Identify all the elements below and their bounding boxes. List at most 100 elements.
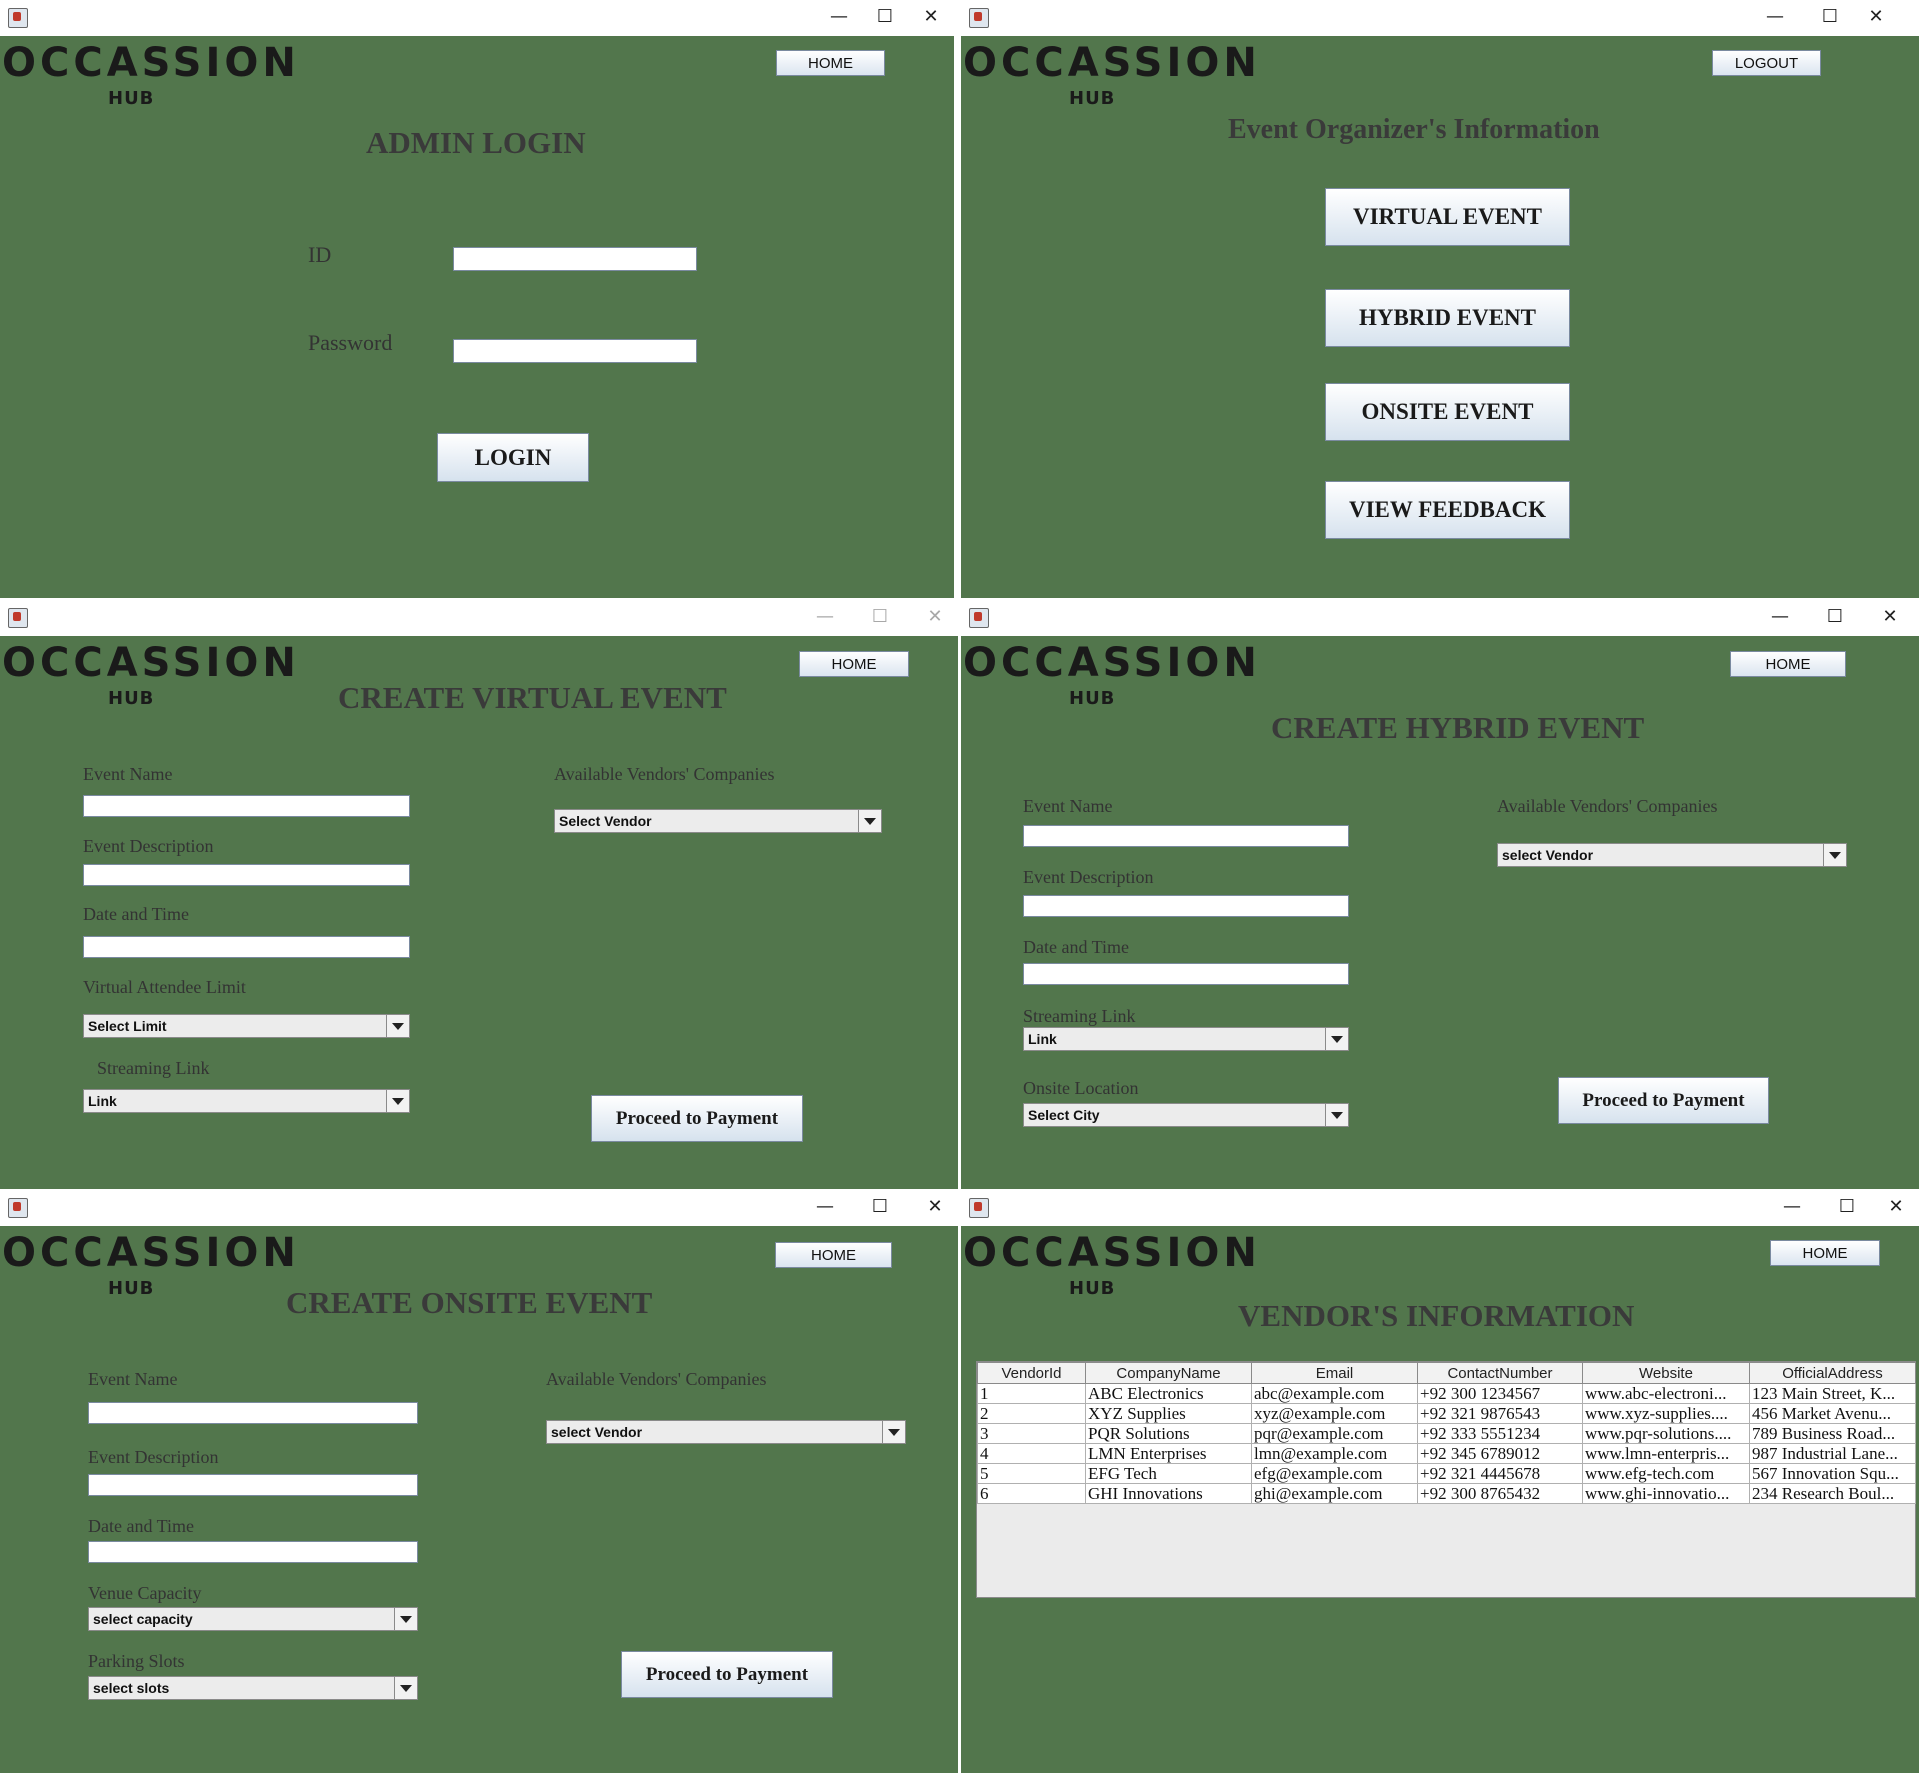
vendor-table-viewport[interactable]: VendorId CompanyName Email ContactNumber… — [976, 1361, 1916, 1598]
venue-capacity-dropdown[interactable]: select capacity — [88, 1607, 418, 1631]
minimize-icon[interactable]: — — [816, 0, 862, 34]
streaming-link-dropdown[interactable]: Link — [1023, 1027, 1349, 1051]
column-header[interactable]: Email — [1251, 1362, 1418, 1384]
table-cell[interactable]: +92 321 9876543 — [1417, 1403, 1583, 1424]
streaming-link-dropdown[interactable]: Link — [83, 1089, 410, 1113]
table-cell[interactable]: abc@example.com — [1251, 1383, 1418, 1404]
table-cell[interactable]: 234 Research Boul... — [1749, 1483, 1916, 1504]
maximize-icon[interactable]: ☐ — [1807, 0, 1853, 34]
onsite-location-dropdown[interactable]: Select City — [1023, 1103, 1349, 1127]
table-cell[interactable]: ghi@example.com — [1251, 1483, 1418, 1504]
home-button[interactable]: HOME — [776, 50, 885, 76]
proceed-to-payment-button[interactable]: Proceed to Payment — [621, 1651, 833, 1698]
chevron-down-icon[interactable] — [394, 1677, 417, 1699]
chevron-down-icon[interactable] — [1823, 844, 1846, 866]
table-row[interactable]: 1 ABC Electronics abc@example.com +92 300 1… — [977, 1383, 1916, 1404]
table-row[interactable]: 6 GHI Innovations ghi@example.com +92 300 8… — [977, 1483, 1916, 1504]
maximize-icon[interactable]: ☐ — [1812, 600, 1858, 634]
proceed-to-payment-button[interactable]: Proceed to Payment — [591, 1095, 803, 1142]
chevron-down-icon[interactable] — [882, 1421, 905, 1443]
home-button[interactable]: HOME — [799, 651, 909, 677]
maximize-icon[interactable]: ☐ — [1824, 1190, 1870, 1224]
chevron-down-icon[interactable] — [386, 1015, 409, 1037]
maximize-icon[interactable]: ☐ — [857, 1190, 903, 1224]
event-name-input[interactable] — [88, 1402, 418, 1424]
table-cell[interactable]: LMN Enterprises — [1085, 1443, 1252, 1464]
vendor-dropdown[interactable]: select Vendor — [1497, 843, 1847, 867]
table-cell[interactable]: www.pqr-solutions.... — [1582, 1423, 1750, 1444]
close-icon[interactable]: ✕ — [1867, 600, 1913, 634]
table-cell[interactable]: +92 321 4445678 — [1417, 1463, 1583, 1484]
chevron-down-icon[interactable] — [858, 810, 881, 832]
parking-slots-dropdown[interactable]: select slots — [88, 1676, 418, 1700]
table-cell[interactable]: www.abc-electroni... — [1582, 1383, 1750, 1404]
maximize-icon[interactable]: ☐ — [862, 0, 908, 34]
date-time-input[interactable] — [88, 1541, 418, 1563]
date-time-input[interactable] — [83, 936, 410, 958]
table-cell[interactable]: pqr@example.com — [1251, 1423, 1418, 1444]
table-row[interactable]: 4 LMN Enterprises lmn@example.com +92 345 6… — [977, 1443, 1916, 1464]
table-cell[interactable]: +92 345 6789012 — [1417, 1443, 1583, 1464]
login-button[interactable]: LOGIN — [437, 433, 589, 482]
table-cell[interactable]: www.ghi-innovatio... — [1582, 1483, 1750, 1504]
table-cell[interactable]: 567 Innovation Squ... — [1749, 1463, 1916, 1484]
id-input[interactable] — [453, 247, 697, 271]
table-cell[interactable]: 2 — [977, 1403, 1086, 1424]
table-cell[interactable]: XYZ Supplies — [1085, 1403, 1252, 1424]
table-cell[interactable]: GHI Innovations — [1085, 1483, 1252, 1504]
password-input[interactable] — [453, 339, 697, 363]
table-cell[interactable]: efg@example.com — [1251, 1463, 1418, 1484]
table-cell[interactable]: +92 300 1234567 — [1417, 1383, 1583, 1404]
table-cell[interactable]: www.efg-tech.com — [1582, 1463, 1750, 1484]
maximize-icon[interactable]: ☐ — [857, 600, 903, 634]
table-cell[interactable]: 6 — [977, 1483, 1086, 1504]
logout-button[interactable]: LOGOUT — [1712, 50, 1821, 76]
table-cell[interactable]: ABC Electronics — [1085, 1383, 1252, 1404]
event-name-input[interactable] — [83, 795, 410, 817]
column-header[interactable]: OfficialAddress — [1749, 1362, 1916, 1384]
close-icon[interactable]: ✕ — [1853, 0, 1899, 34]
virtual-event-button[interactable]: VIRTUAL EVENT — [1325, 188, 1570, 246]
proceed-to-payment-button[interactable]: Proceed to Payment — [1558, 1077, 1769, 1124]
minimize-icon[interactable]: — — [1769, 1190, 1815, 1224]
view-feedback-button[interactable]: VIEW FEEDBACK — [1325, 481, 1570, 539]
minimize-icon[interactable]: — — [802, 600, 848, 634]
event-description-input[interactable] — [1023, 895, 1349, 917]
chevron-down-icon[interactable] — [386, 1090, 409, 1112]
minimize-icon[interactable]: — — [1757, 600, 1803, 634]
table-cell[interactable]: 3 — [977, 1423, 1086, 1444]
chevron-down-icon[interactable] — [394, 1608, 417, 1630]
table-cell[interactable]: www.lmn-enterpris... — [1582, 1443, 1750, 1464]
table-cell[interactable]: 789 Business Road... — [1749, 1423, 1916, 1444]
column-header[interactable]: CompanyName — [1085, 1362, 1252, 1384]
table-cell[interactable]: 123 Main Street, K... — [1749, 1383, 1916, 1404]
table-cell[interactable]: www.xyz-supplies.... — [1582, 1403, 1750, 1424]
column-header[interactable]: Website — [1582, 1362, 1750, 1384]
attendee-limit-dropdown[interactable]: Select Limit — [83, 1014, 410, 1038]
table-cell[interactable]: xyz@example.com — [1251, 1403, 1418, 1424]
close-icon[interactable]: ✕ — [908, 0, 954, 34]
table-cell[interactable]: +92 300 8765432 — [1417, 1483, 1583, 1504]
table-cell[interactable]: 987 Industrial Lane... — [1749, 1443, 1916, 1464]
table-cell[interactable]: 5 — [977, 1463, 1086, 1484]
date-time-input[interactable] — [1023, 963, 1349, 985]
event-description-input[interactable] — [83, 864, 410, 886]
vendor-dropdown[interactable]: Select Vendor — [554, 809, 882, 833]
event-description-input[interactable] — [88, 1474, 418, 1496]
table-cell[interactable]: 456 Market Avenu... — [1749, 1403, 1916, 1424]
chevron-down-icon[interactable] — [1325, 1028, 1348, 1050]
home-button[interactable]: HOME — [1730, 651, 1846, 677]
column-header[interactable]: ContactNumber — [1417, 1362, 1583, 1384]
minimize-icon[interactable]: — — [802, 1190, 848, 1224]
table-cell[interactable]: lmn@example.com — [1251, 1443, 1418, 1464]
table-cell[interactable]: PQR Solutions — [1085, 1423, 1252, 1444]
close-icon[interactable]: ✕ — [912, 1190, 958, 1224]
table-cell[interactable]: EFG Tech — [1085, 1463, 1252, 1484]
hybrid-event-button[interactable]: HYBRID EVENT — [1325, 289, 1570, 347]
table-cell[interactable]: 4 — [977, 1443, 1086, 1464]
vendor-dropdown[interactable]: select Vendor — [546, 1420, 906, 1444]
event-name-input[interactable] — [1023, 825, 1349, 847]
table-cell[interactable]: 1 — [977, 1383, 1086, 1404]
table-row[interactable]: 5 EFG Tech efg@example.com +92 321 4445678 w… — [977, 1463, 1916, 1484]
close-icon[interactable]: ✕ — [1873, 1190, 1919, 1224]
